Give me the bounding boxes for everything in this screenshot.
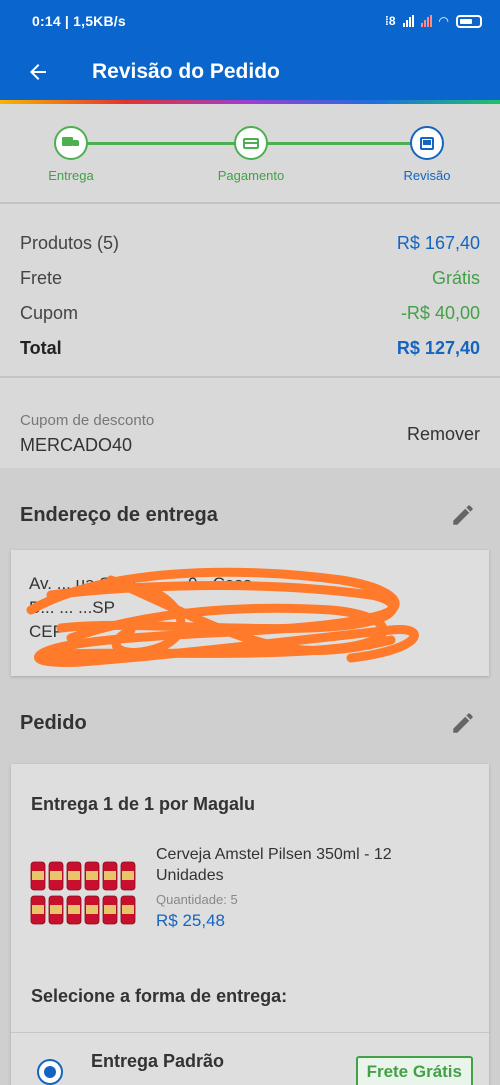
redaction-scribble <box>26 567 419 667</box>
coupon-label: Cupom de desconto <box>20 412 155 429</box>
step-pagamento[interactable]: Pagamento <box>196 126 306 183</box>
summary-label: Cupom <box>20 303 79 323</box>
delivery-option-sub: ... ... ... <box>91 1075 134 1085</box>
edit-address-icon[interactable] <box>450 502 476 528</box>
product-info: Cerveja Amstel Pilsen 350ml - 12 Unidade… <box>156 844 456 931</box>
summary-row-total: Total R$ 127,40 <box>20 331 480 366</box>
delivery-option-name: Entrega Padrão <box>91 1051 225 1071</box>
summary-row-coupon: Cupom -R$ 40,00 <box>20 296 480 331</box>
step-circle <box>234 126 268 160</box>
status-bar: 0:14 | 1,5KB/s ⁞8 ◠ <box>0 0 500 42</box>
product-quantity: Quantidade: 5 <box>156 892 238 907</box>
checkout-stepper: Entrega Pagamento Revisão <box>0 104 500 200</box>
step-revisao[interactable]: Revisão <box>372 126 482 183</box>
section-title: Endereço de entrega <box>20 504 218 526</box>
summary-value: -R$ 40,00 <box>400 303 480 323</box>
step-label: Pagamento <box>217 168 285 183</box>
arrow-left-icon <box>30 64 46 80</box>
order-section: Pedido Entrega 1 de 1 por Magalu Cerveja… <box>0 698 500 1085</box>
card-icon <box>243 137 259 149</box>
address-card[interactable]: Av. ... ua Silva ... , ... 0 - Casa B...… <box>11 550 489 676</box>
status-time: 0:14 | 1,5KB/s <box>32 13 126 29</box>
divider <box>0 376 500 378</box>
remove-coupon-button[interactable]: Remover <box>407 424 480 445</box>
step-entrega[interactable]: Entrega <box>16 126 126 183</box>
step-circle <box>410 126 444 160</box>
step-label: Revisão <box>403 168 451 183</box>
coupon-info: Cupom de desconto MERCADO40 <box>20 412 407 456</box>
delivery-radio[interactable] <box>37 1059 63 1085</box>
signal-icon <box>402 15 414 27</box>
shipment-title: Entrega 1 de 1 por Magalu <box>31 794 256 814</box>
summary-value: R$ 127,40 <box>396 338 480 358</box>
volte-icon: ⁞8 <box>384 14 396 28</box>
address-section: Endereço de entrega Av. ... ua Silva ...… <box>0 468 500 698</box>
summary-row-shipping: Frete Grátis <box>20 261 480 296</box>
step-circle <box>54 126 88 160</box>
coupon-section: Cupom de desconto MERCADO40 Remover <box>0 380 500 468</box>
product-image <box>30 861 136 925</box>
free-shipping-badge: Frete Grátis <box>355 1056 473 1085</box>
truck-icon <box>62 137 80 149</box>
edit-order-icon[interactable] <box>450 710 476 736</box>
summary-row-products: Produtos (5) R$ 167,40 <box>20 226 480 261</box>
signal-weak-icon <box>420 15 432 27</box>
page-title: Revisão do Pedido <box>92 60 280 83</box>
order-card: Entrega 1 de 1 por Magalu Cerveja Amstel… <box>11 764 489 1085</box>
app-bar: Revisão do Pedido <box>0 42 500 102</box>
summary-label: Total <box>20 338 62 358</box>
delivery-question: Selecione a forma de entrega: <box>31 986 288 1006</box>
summary-value: Grátis <box>431 268 480 288</box>
product-name: Cerveja Amstel Pilsen 350ml - 12 Unidade… <box>156 846 392 884</box>
summary-label: Produtos (5) <box>20 233 120 253</box>
summary-value: R$ 167,40 <box>396 233 480 253</box>
wifi-icon: ◠ <box>438 14 449 28</box>
battery-icon <box>456 14 482 28</box>
coupon-code: MERCADO40 <box>20 435 133 455</box>
order-summary: Produtos (5) R$ 167,40 Frete Grátis Cupo… <box>0 208 500 376</box>
step-label: Entrega <box>48 168 94 183</box>
section-title: Pedido <box>20 712 87 734</box>
back-button[interactable] <box>0 42 76 102</box>
screen-icon <box>420 136 434 150</box>
divider <box>0 202 500 204</box>
summary-label: Frete <box>20 268 63 288</box>
product-price: R$ 25,48 <box>156 911 225 930</box>
status-icons: ⁞8 ◠ <box>385 14 482 28</box>
delivery-option-standard[interactable]: Entrega Padrão ... ... ... Frete Grátis <box>11 1032 489 1085</box>
